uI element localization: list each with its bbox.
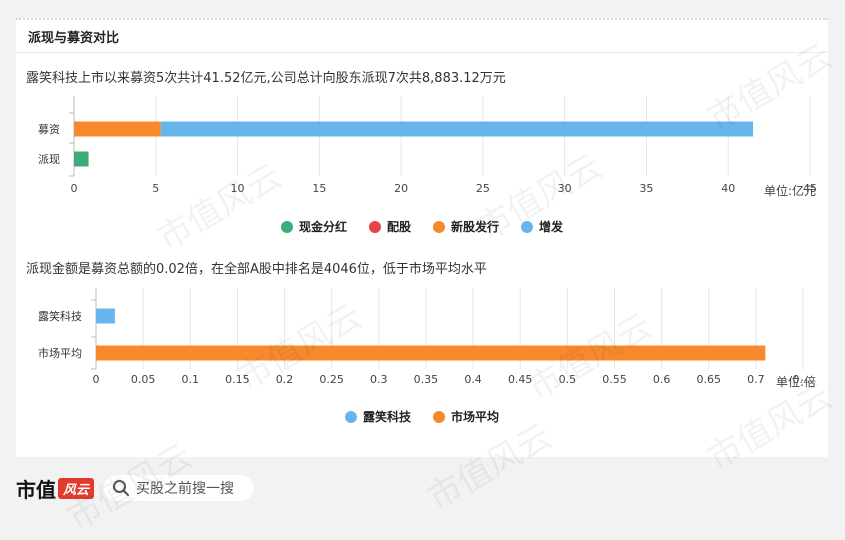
chart2-unit: 单位:倍 bbox=[776, 375, 817, 389]
x-tick-label: 0.6 bbox=[653, 373, 671, 386]
x-tick-label: 0.3 bbox=[370, 373, 388, 386]
legend-dot bbox=[521, 220, 534, 233]
x-tick-label: 10 bbox=[231, 182, 245, 195]
y-category-label: 募资 bbox=[38, 123, 60, 136]
x-tick-label: 0.4 bbox=[464, 373, 482, 386]
logo-badge: 风云 bbox=[58, 477, 95, 499]
chart2-summary: 派现金额是募资总额的0.02倍，在全部A股中排名是4046位，低于市场平均水平 bbox=[26, 262, 487, 277]
search-icon bbox=[113, 480, 130, 496]
legend-label: 露笑科技 bbox=[362, 410, 411, 424]
chart1-summary: 露笑科技上市以来募资5次共计41.52亿元,公司总计向股东派现7次共8,883.… bbox=[26, 71, 506, 86]
search-placeholder: 买股之前搜一搜 bbox=[136, 481, 235, 497]
x-tick-label: 20 bbox=[394, 182, 408, 195]
x-tick-label: 5 bbox=[152, 182, 159, 195]
legend-dot bbox=[280, 220, 293, 233]
legend-item-rights-issue[interactable]: 配股 bbox=[368, 218, 411, 235]
x-tick-label: 0.1 bbox=[182, 373, 200, 386]
section-title: 派现与募资对比 bbox=[28, 30, 120, 46]
chart1-unit: 单位:亿元 bbox=[764, 184, 817, 198]
y-category-label: 露笑科技 bbox=[38, 309, 82, 323]
legend-dot bbox=[368, 220, 381, 233]
bar-现金分红 bbox=[74, 151, 89, 167]
legend-dot bbox=[433, 220, 445, 233]
bar-新股发行 bbox=[74, 121, 161, 137]
legend-label: 配股 bbox=[386, 220, 411, 234]
x-tick-label: 0.7 bbox=[747, 373, 765, 386]
legend-dot bbox=[344, 410, 357, 423]
legend-label: 现金分红 bbox=[298, 220, 347, 234]
logo-text: 市值 bbox=[16, 477, 56, 502]
x-tick-label: 0.15 bbox=[225, 373, 250, 386]
bar-增发 bbox=[160, 121, 754, 137]
x-tick-label: 40 bbox=[721, 182, 735, 195]
legend-item-placement[interactable]: 增发 bbox=[521, 218, 563, 235]
x-tick-label: 0.45 bbox=[508, 373, 533, 386]
chart2-svg: 0 0.05 0.1 0.15 0.2 0.25 0.3 0.35 0.4 0.45 0.5 0.55… bbox=[38, 288, 814, 386]
legend-label: 市场平均 bbox=[451, 410, 500, 424]
legend-dot bbox=[433, 410, 445, 423]
legend-item-cash-dividend[interactable]: 现金分红 bbox=[280, 218, 347, 235]
x-tick-label: 25 bbox=[476, 182, 490, 195]
x-tick-label: 30 bbox=[558, 182, 572, 195]
x-tick-label: 0.5 bbox=[559, 373, 577, 386]
legend-label: 增发 bbox=[539, 220, 564, 234]
y-category-label: 市场平均 bbox=[38, 346, 82, 360]
chart1-svg: 0 5 10 15 20 25 30 35 40 45募资派现 bbox=[38, 96, 817, 195]
x-tick-label: 0.65 bbox=[696, 373, 721, 386]
funding-vs-dividend-card: 派现与募资对比 露笑科技上市以来募资5次共计41.52亿元,公司总计向股东派现7… bbox=[16, 18, 828, 457]
site-logo[interactable]: 市值 风云 bbox=[16, 474, 95, 503]
x-tick-label: 0.55 bbox=[602, 373, 627, 386]
x-tick-label: 0.05 bbox=[131, 373, 156, 386]
x-tick-label: 0.2 bbox=[276, 373, 294, 386]
chart1-legend: 现金分红 配股 新股发行 增发 bbox=[16, 218, 828, 235]
legend-item-market-average[interactable]: 市场平均 bbox=[433, 408, 499, 425]
x-tick-label: 0.35 bbox=[414, 373, 439, 386]
card-header: 派现与募资对比 bbox=[16, 20, 828, 53]
legend-label: 新股发行 bbox=[451, 220, 500, 234]
footer-bar: 市值 风云 买股之前搜一搜 bbox=[0, 462, 845, 514]
x-tick-label: 35 bbox=[639, 182, 653, 195]
chart2-legend: 露笑科技 市场平均 bbox=[16, 408, 828, 425]
y-category-label: 派现 bbox=[38, 153, 60, 166]
search-box[interactable]: 买股之前搜一搜 bbox=[104, 475, 255, 501]
x-tick-label: 0.25 bbox=[319, 373, 344, 386]
x-tick-label: 15 bbox=[312, 182, 326, 195]
x-tick-label: 0 bbox=[71, 182, 78, 195]
bar-露笑科技 bbox=[96, 308, 115, 324]
bar-市场平均 bbox=[96, 345, 766, 361]
legend-item-ipo[interactable]: 新股发行 bbox=[433, 218, 499, 235]
legend-item-company[interactable]: 露笑科技 bbox=[344, 408, 411, 425]
x-tick-label: 0 bbox=[93, 373, 100, 386]
